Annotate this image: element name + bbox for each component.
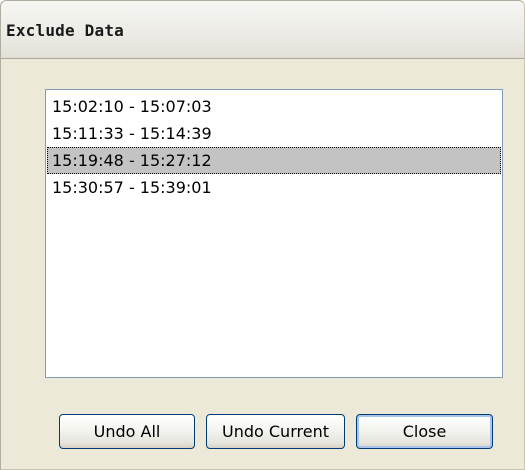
- undo-all-button[interactable]: Undo All: [59, 414, 195, 449]
- excluded-ranges-list[interactable]: 15:02:10 - 15:07:03 15:11:33 - 15:14:39 …: [45, 89, 503, 378]
- dialog-title: Exclude Data: [6, 21, 124, 40]
- exclude-data-dialog: Exclude Data 15:02:10 - 15:07:03 15:11:3…: [0, 0, 525, 470]
- undo-current-button[interactable]: Undo Current: [206, 414, 345, 449]
- list-item[interactable]: 15:30:57 - 15:39:01: [47, 174, 501, 201]
- list-item[interactable]: 15:02:10 - 15:07:03: [47, 93, 501, 120]
- list-item[interactable]: 15:11:33 - 15:14:39: [47, 120, 501, 147]
- close-button[interactable]: Close: [356, 414, 493, 449]
- list-item-selected[interactable]: 15:19:48 - 15:27:12: [47, 147, 501, 174]
- dialog-titlebar[interactable]: Exclude Data: [1, 1, 524, 59]
